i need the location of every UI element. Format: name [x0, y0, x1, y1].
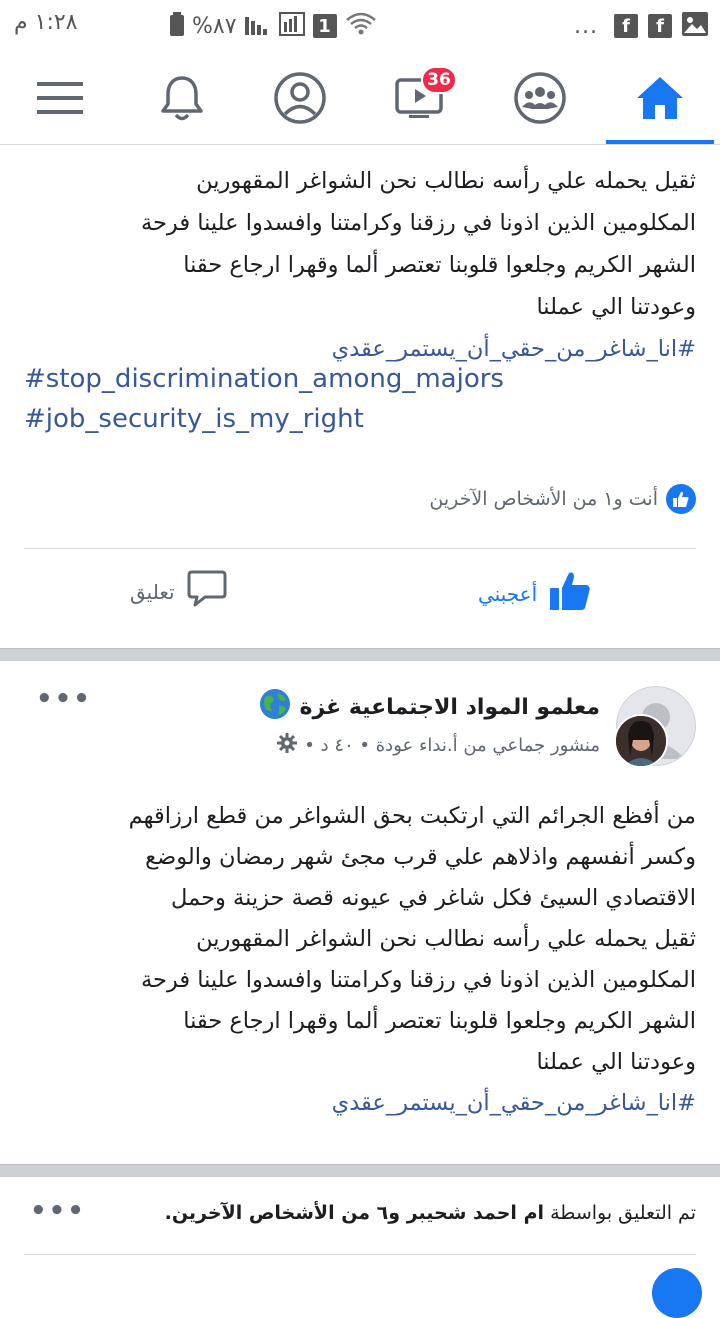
facebook-icon: f [614, 14, 638, 38]
status-time: ١:٢٨ م [14, 10, 78, 35]
group-name-text: معلمو المواد الاجتماعية غزة [299, 694, 600, 720]
post2-line: وكسر أنفسهم واذلاهم علي قرب مجئ شهر رمضا… [145, 844, 696, 870]
comment-button[interactable]: تعليق [130, 570, 227, 613]
post1-divider [24, 548, 696, 549]
groups-icon[interactable] [510, 68, 570, 128]
profile-icon[interactable] [270, 68, 330, 128]
post2-hashtag-ar[interactable]: #انا_شاغر_من_حقي_أن_يستمر_عقدي [16, 1083, 696, 1124]
post2-body: من أفظع الجرائم التي ارتكبت بحق الشواغر … [16, 796, 696, 1124]
facebook-icon-2: f [648, 14, 672, 38]
group-avatar[interactable] [614, 686, 696, 768]
post2-line: المكلومين الذين اذونا في رزقنا وكرامتنا … [140, 967, 696, 993]
comment-activity-names: ام احمد شحيبر و٦ من الأشخاص الآخرين. [164, 1202, 545, 1224]
signal-icon [244, 13, 271, 39]
thumbs-up-icon [549, 570, 591, 617]
feed-separator-2 [0, 1164, 720, 1177]
status-icons: %٨٧ 1 [170, 12, 377, 40]
post1-line: المكلومين الذين اذونا في رزقنا وكرامتنا … [140, 210, 696, 236]
comment-activity-prefix: تم التعليق بواسطة [550, 1202, 696, 1224]
bell-icon[interactable] [152, 68, 212, 128]
post1-hashtag-en1[interactable]: #stop_discrimination_among_majors [24, 364, 504, 394]
author-avatar [614, 714, 668, 768]
post-meta: منشور جماعي من أ.نداء عودة • ٤٠ د • [276, 732, 600, 759]
post-meta-text: منشور جماعي من أ.نداء عودة • ٤٠ د • [304, 735, 600, 756]
battery-percent: %٨٧ [192, 13, 237, 39]
comment-icon [187, 570, 227, 613]
post1-line: وعودتنا الي عملنا [536, 294, 696, 320]
gear-icon [276, 732, 298, 759]
post2-line: الشهر الكريم وجلعوا قلوبنا تعتصر ألما وق… [183, 1008, 696, 1034]
status-bar: ١:٢٨ م %٨٧ 1 ... f f [0, 0, 720, 50]
sim-icon: 1 [312, 14, 337, 38]
signal-box-icon [278, 12, 305, 40]
post1-hashtag-en2[interactable]: #job_security_is_my_right [24, 404, 364, 434]
battery-icon [170, 12, 184, 40]
top-navigation [0, 50, 720, 145]
menu-icon[interactable] [30, 68, 90, 128]
like-button-label: أعجبني [478, 581, 538, 606]
post1-line: ثقيل يحمله علي رأسه نطالب نحن الشواغر ال… [196, 168, 696, 194]
next-post-avatar [652, 1268, 702, 1318]
home-icon[interactable] [630, 68, 690, 128]
post2-line: ثقيل يحمله علي رأسه نطالب نحن الشواغر ال… [196, 926, 696, 952]
feed-separator [0, 648, 720, 661]
like-reaction-icon [666, 484, 696, 514]
wifi-icon [345, 12, 377, 40]
reactions-summary[interactable]: أنت و١ من الأشخاص الآخرين [429, 484, 696, 514]
post2-line: وعودتنا الي عملنا [536, 1049, 696, 1075]
like-button[interactable]: أعجبني [478, 570, 591, 617]
post1-line: الشهر الكريم وجلعوا قلوبنا تعتصر ألما وق… [183, 252, 696, 278]
post2-line: الاقتصادي السيئ فكل شاغر في عيونه قصة حز… [171, 885, 696, 911]
group-name[interactable]: معلمو المواد الاجتماعية غزة [259, 688, 600, 726]
post2-line: من أفظع الجرائم التي ارتكبت بحق الشواغر … [128, 803, 696, 829]
overflow-dots: ... [574, 13, 598, 39]
post1-body: ثقيل يحمله علي رأسه نطالب نحن الشواغر ال… [16, 160, 696, 370]
comment-button-label: تعليق [130, 579, 175, 604]
comment-options-button[interactable]: ••• [30, 1196, 86, 1226]
comment-activity[interactable]: تم التعليق بواسطة ام احمد شحيبر و٦ من ال… [165, 1202, 696, 1224]
post-options-button[interactable]: ••• [36, 684, 92, 714]
bottom-divider [24, 1254, 696, 1255]
active-tab-indicator [606, 140, 714, 144]
globe-icon [259, 688, 291, 726]
image-icon [682, 12, 708, 40]
notification-badge: 36 [421, 66, 457, 94]
status-app-icons: ... f f [574, 12, 708, 40]
reactions-text: أنت و١ من الأشخاص الآخرين [429, 488, 658, 510]
